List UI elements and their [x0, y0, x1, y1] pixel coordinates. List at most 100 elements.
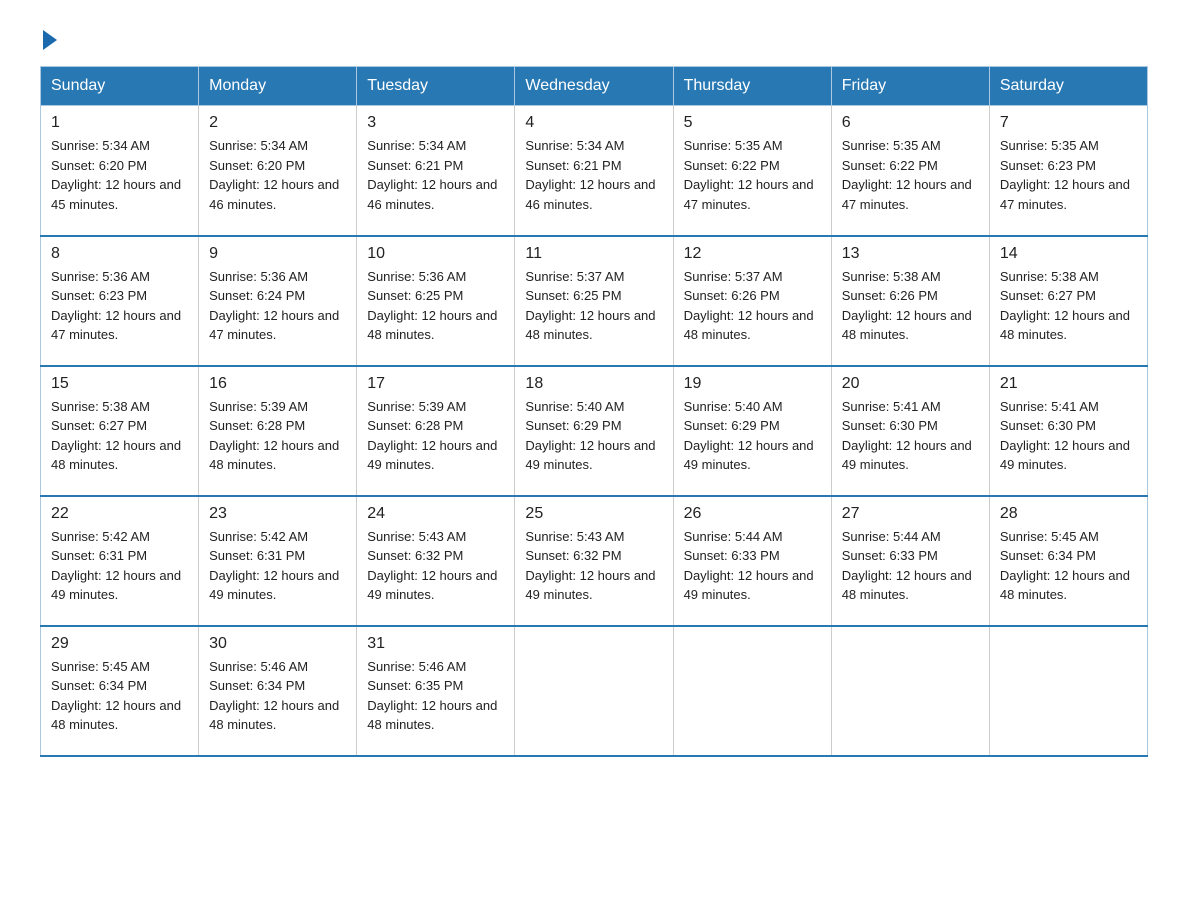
day-number: 31: [367, 635, 504, 653]
calendar-cell: 3 Sunrise: 5:34 AMSunset: 6:21 PMDaylight…: [357, 106, 515, 236]
calendar-cell: 22 Sunrise: 5:42 AMSunset: 6:31 PMDayligh…: [41, 496, 199, 626]
cell-info: Sunrise: 5:39 AMSunset: 6:28 PMDaylight:…: [367, 399, 497, 473]
calendar-cell: 15 Sunrise: 5:38 AMSunset: 6:27 PMDayligh…: [41, 366, 199, 496]
cell-info: Sunrise: 5:35 AMSunset: 6:22 PMDaylight:…: [684, 138, 814, 212]
calendar-cell: 13 Sunrise: 5:38 AMSunset: 6:26 PMDayligh…: [831, 236, 989, 366]
day-number: 25: [525, 505, 662, 523]
cell-info: Sunrise: 5:36 AMSunset: 6:24 PMDaylight:…: [209, 269, 339, 343]
calendar-cell: 20 Sunrise: 5:41 AMSunset: 6:30 PMDayligh…: [831, 366, 989, 496]
calendar-header-row: SundayMondayTuesdayWednesdayThursdayFrid…: [41, 67, 1148, 106]
day-number: 4: [525, 114, 662, 132]
header-day-tuesday: Tuesday: [357, 67, 515, 106]
calendar-cell: 9Sunrise: 5:36 AMSunset: 6:24 PMDaylight…: [199, 236, 357, 366]
header-day-wednesday: Wednesday: [515, 67, 673, 106]
page-header: [40, 30, 1148, 46]
day-number: 30: [209, 635, 346, 653]
calendar-cell: 17 Sunrise: 5:39 AMSunset: 6:28 PMDayligh…: [357, 366, 515, 496]
day-number: 21: [1000, 375, 1137, 393]
calendar-cell: 28Sunrise: 5:45 AMSunset: 6:34 PMDayligh…: [989, 496, 1147, 626]
calendar-cell: 31 Sunrise: 5:46 AMSunset: 6:35 PMDayligh…: [357, 626, 515, 756]
day-number: 15: [51, 375, 188, 393]
cell-info: Sunrise: 5:40 AMSunset: 6:29 PMDaylight:…: [684, 399, 814, 473]
cell-info: Sunrise: 5:38 AMSunset: 6:26 PMDaylight:…: [842, 269, 972, 343]
calendar-cell: 14Sunrise: 5:38 AMSunset: 6:27 PMDayligh…: [989, 236, 1147, 366]
day-number: 11: [525, 245, 662, 263]
cell-info: Sunrise: 5:37 AMSunset: 6:26 PMDaylight:…: [684, 269, 814, 343]
cell-info: Sunrise: 5:45 AMSunset: 6:34 PMDaylight:…: [51, 659, 181, 733]
day-number: 20: [842, 375, 979, 393]
cell-info: Sunrise: 5:34 AMSunset: 6:21 PMDaylight:…: [525, 138, 655, 212]
calendar-cell: 8 Sunrise: 5:36 AMSunset: 6:23 PMDaylight…: [41, 236, 199, 366]
calendar-week-row: 1 Sunrise: 5:34 AMSunset: 6:20 PMDaylight…: [41, 106, 1148, 236]
day-number: 22: [51, 505, 188, 523]
cell-info: Sunrise: 5:44 AMSunset: 6:33 PMDaylight:…: [684, 529, 814, 603]
day-number: 16: [209, 375, 346, 393]
cell-info: Sunrise: 5:36 AMSunset: 6:25 PMDaylight:…: [367, 269, 497, 343]
cell-info: Sunrise: 5:46 AMSunset: 6:34 PMDaylight:…: [209, 659, 339, 733]
cell-info: Sunrise: 5:40 AMSunset: 6:29 PMDaylight:…: [525, 399, 655, 473]
cell-info: Sunrise: 5:43 AMSunset: 6:32 PMDaylight:…: [367, 529, 497, 603]
calendar-cell: [673, 626, 831, 756]
day-number: 12: [684, 245, 821, 263]
cell-info: Sunrise: 5:41 AMSunset: 6:30 PMDaylight:…: [1000, 399, 1130, 473]
calendar-week-row: 8 Sunrise: 5:36 AMSunset: 6:23 PMDaylight…: [41, 236, 1148, 366]
day-number: 13: [842, 245, 979, 263]
logo-arrow-icon: [43, 30, 57, 50]
calendar-cell: 2 Sunrise: 5:34 AMSunset: 6:20 PMDaylight…: [199, 106, 357, 236]
day-number: 26: [684, 505, 821, 523]
calendar-week-row: 29Sunrise: 5:45 AMSunset: 6:34 PMDayligh…: [41, 626, 1148, 756]
cell-info: Sunrise: 5:43 AMSunset: 6:32 PMDaylight:…: [525, 529, 655, 603]
calendar-cell: 1 Sunrise: 5:34 AMSunset: 6:20 PMDaylight…: [41, 106, 199, 236]
calendar-week-row: 22 Sunrise: 5:42 AMSunset: 6:31 PMDayligh…: [41, 496, 1148, 626]
cell-info: Sunrise: 5:42 AMSunset: 6:31 PMDaylight:…: [51, 529, 181, 603]
cell-info: Sunrise: 5:34 AMSunset: 6:21 PMDaylight:…: [367, 138, 497, 212]
header-day-saturday: Saturday: [989, 67, 1147, 106]
cell-info: Sunrise: 5:38 AMSunset: 6:27 PMDaylight:…: [51, 399, 181, 473]
cell-info: Sunrise: 5:44 AMSunset: 6:33 PMDaylight:…: [842, 529, 972, 603]
cell-info: Sunrise: 5:37 AMSunset: 6:25 PMDaylight:…: [525, 269, 655, 343]
calendar-cell: 26 Sunrise: 5:44 AMSunset: 6:33 PMDayligh…: [673, 496, 831, 626]
day-number: 1: [51, 114, 188, 132]
cell-info: Sunrise: 5:35 AMSunset: 6:22 PMDaylight:…: [842, 138, 972, 212]
cell-info: Sunrise: 5:34 AMSunset: 6:20 PMDaylight:…: [209, 138, 339, 212]
calendar-table: SundayMondayTuesdayWednesdayThursdayFrid…: [40, 66, 1148, 757]
day-number: 14: [1000, 245, 1137, 263]
calendar-cell: 11 Sunrise: 5:37 AMSunset: 6:25 PMDayligh…: [515, 236, 673, 366]
day-number: 5: [684, 114, 821, 132]
calendar-cell: 6 Sunrise: 5:35 AMSunset: 6:22 PMDaylight…: [831, 106, 989, 236]
cell-info: Sunrise: 5:39 AMSunset: 6:28 PMDaylight:…: [209, 399, 339, 473]
calendar-cell: 30 Sunrise: 5:46 AMSunset: 6:34 PMDayligh…: [199, 626, 357, 756]
cell-info: Sunrise: 5:35 AMSunset: 6:23 PMDaylight:…: [1000, 138, 1130, 212]
calendar-cell: [831, 626, 989, 756]
header-day-thursday: Thursday: [673, 67, 831, 106]
day-number: 2: [209, 114, 346, 132]
calendar-cell: 27 Sunrise: 5:44 AMSunset: 6:33 PMDayligh…: [831, 496, 989, 626]
day-number: 27: [842, 505, 979, 523]
day-number: 7: [1000, 114, 1137, 132]
cell-info: Sunrise: 5:34 AMSunset: 6:20 PMDaylight:…: [51, 138, 181, 212]
day-number: 6: [842, 114, 979, 132]
calendar-cell: 24Sunrise: 5:43 AMSunset: 6:32 PMDayligh…: [357, 496, 515, 626]
calendar-cell: 23 Sunrise: 5:42 AMSunset: 6:31 PMDayligh…: [199, 496, 357, 626]
calendar-cell: 16 Sunrise: 5:39 AMSunset: 6:28 PMDayligh…: [199, 366, 357, 496]
cell-info: Sunrise: 5:42 AMSunset: 6:31 PMDaylight:…: [209, 529, 339, 603]
day-number: 8: [51, 245, 188, 263]
calendar-cell: 4 Sunrise: 5:34 AMSunset: 6:21 PMDaylight…: [515, 106, 673, 236]
day-number: 23: [209, 505, 346, 523]
calendar-cell: 12 Sunrise: 5:37 AMSunset: 6:26 PMDayligh…: [673, 236, 831, 366]
cell-info: Sunrise: 5:46 AMSunset: 6:35 PMDaylight:…: [367, 659, 497, 733]
calendar-cell: 18Sunrise: 5:40 AMSunset: 6:29 PMDayligh…: [515, 366, 673, 496]
logo: [40, 30, 59, 46]
calendar-cell: 5 Sunrise: 5:35 AMSunset: 6:22 PMDaylight…: [673, 106, 831, 236]
header-day-sunday: Sunday: [41, 67, 199, 106]
cell-info: Sunrise: 5:36 AMSunset: 6:23 PMDaylight:…: [51, 269, 181, 343]
calendar-cell: 21 Sunrise: 5:41 AMSunset: 6:30 PMDayligh…: [989, 366, 1147, 496]
day-number: 19: [684, 375, 821, 393]
header-day-friday: Friday: [831, 67, 989, 106]
calendar-cell: 25 Sunrise: 5:43 AMSunset: 6:32 PMDayligh…: [515, 496, 673, 626]
calendar-week-row: 15 Sunrise: 5:38 AMSunset: 6:27 PMDayligh…: [41, 366, 1148, 496]
cell-info: Sunrise: 5:41 AMSunset: 6:30 PMDaylight:…: [842, 399, 972, 473]
day-number: 17: [367, 375, 504, 393]
calendar-cell: 29Sunrise: 5:45 AMSunset: 6:34 PMDayligh…: [41, 626, 199, 756]
day-number: 3: [367, 114, 504, 132]
